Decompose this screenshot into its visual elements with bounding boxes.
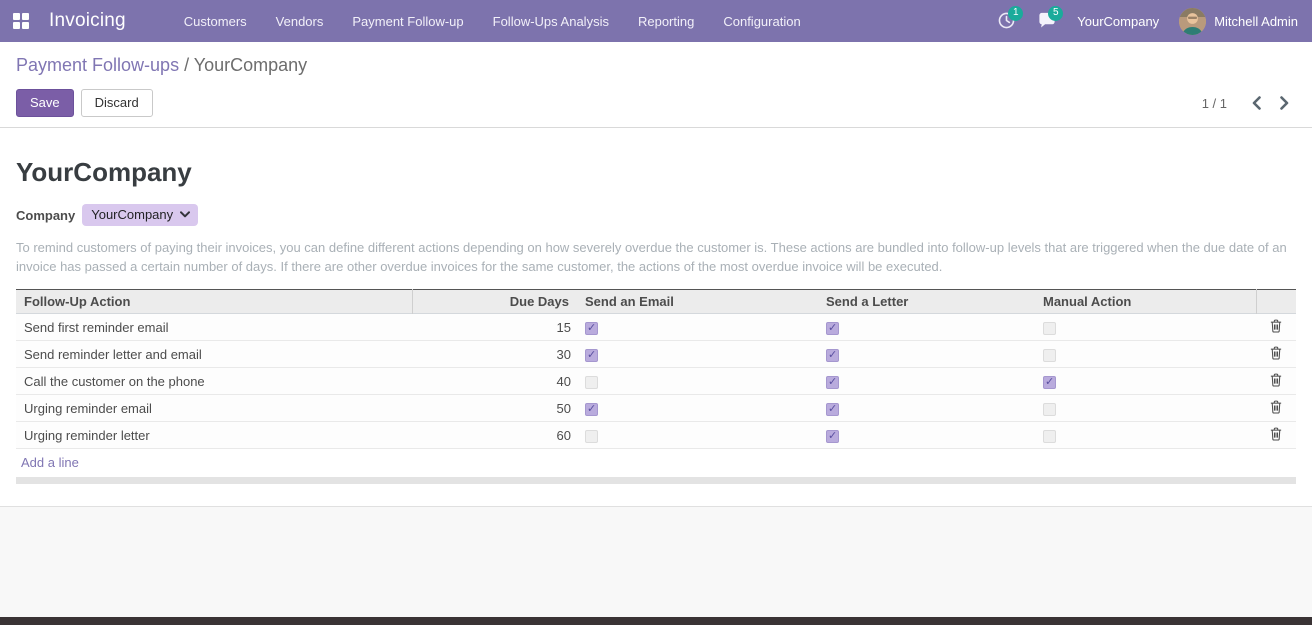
breadcrumb: Payment Follow-ups / YourCompany	[16, 55, 1296, 76]
column-header-follow-up-action[interactable]: Follow-Up Action	[16, 290, 412, 314]
column-header-send-an-email[interactable]: Send an Email	[577, 290, 818, 314]
app-window: Invoicing Customers Vendors Payment Foll…	[0, 0, 1312, 625]
menu-configuration[interactable]: Configuration	[723, 14, 800, 29]
followup-help-text: To remind customers of paying their invo…	[16, 238, 1296, 276]
breadcrumb-parent-link[interactable]: Payment Follow-ups	[16, 55, 179, 75]
top-navbar: Invoicing Customers Vendors Payment Foll…	[0, 0, 1312, 42]
follow-up-action-cell[interactable]: Send first reminder email	[16, 314, 412, 341]
send-an-email-checkbox[interactable]	[585, 349, 598, 362]
delete-row-icon[interactable]	[1270, 346, 1282, 360]
company-switcher[interactable]: YourCompany	[1077, 14, 1159, 29]
due-days-cell[interactable]: 50	[412, 395, 577, 422]
pager-next-icon[interactable]	[1279, 96, 1290, 110]
manual-action-checkbox[interactable]	[1043, 376, 1056, 389]
delete-row-icon[interactable]	[1270, 319, 1282, 333]
followup-level-row: Urging reminder email50	[16, 395, 1296, 422]
send-a-letter-checkbox[interactable]	[826, 376, 839, 389]
column-header-manual-action[interactable]: Manual Action	[1035, 290, 1256, 314]
company-select[interactable]: YourCompany	[82, 204, 198, 226]
send-an-email-checkbox[interactable]	[585, 430, 598, 443]
activities-icon[interactable]: 1	[997, 11, 1017, 31]
manual-action-checkbox[interactable]	[1043, 403, 1056, 416]
messages-icon[interactable]: 5	[1037, 11, 1057, 31]
add-a-line-link[interactable]: Add a line	[21, 455, 79, 470]
systray: 1 5 YourCompany Mitchell Admin	[997, 8, 1298, 35]
follow-up-action-cell[interactable]: Urging reminder email	[16, 395, 412, 422]
delete-row-icon[interactable]	[1270, 427, 1282, 441]
company-select-value: YourCompany	[91, 207, 173, 222]
followup-level-row: Send reminder letter and email30	[16, 341, 1296, 368]
menu-vendors[interactable]: Vendors	[276, 14, 324, 29]
pager: 1 / 1	[1202, 96, 1296, 111]
apps-grid-icon[interactable]	[13, 13, 29, 29]
window-bottom-bar	[0, 617, 1312, 625]
record-title: YourCompany	[16, 157, 1296, 188]
control-panel: Payment Follow-ups / YourCompany Save Di…	[0, 42, 1312, 128]
manual-action-checkbox[interactable]	[1043, 430, 1056, 443]
follow-up-action-cell[interactable]: Call the customer on the phone	[16, 368, 412, 395]
app-title[interactable]: Invoicing	[49, 10, 126, 32]
send-a-letter-checkbox[interactable]	[826, 403, 839, 416]
breadcrumb-separator: /	[179, 55, 194, 75]
send-an-email-checkbox[interactable]	[585, 403, 598, 416]
due-days-cell[interactable]: 60	[412, 422, 577, 449]
menu-customers[interactable]: Customers	[184, 14, 247, 29]
user-menu[interactable]: Mitchell Admin	[1214, 14, 1298, 29]
send-an-email-checkbox[interactable]	[585, 376, 598, 389]
send-an-email-checkbox[interactable]	[585, 322, 598, 335]
company-field-label: Company	[16, 208, 75, 223]
menu-payment-follow-up[interactable]: Payment Follow-up	[352, 14, 463, 29]
pager-previous-icon[interactable]	[1251, 96, 1262, 110]
main-menu: Customers Vendors Payment Follow-up Foll…	[184, 14, 801, 29]
manual-action-checkbox[interactable]	[1043, 322, 1056, 335]
followup-table-body: Send first reminder email15Send reminder…	[16, 314, 1296, 478]
save-button[interactable]: Save	[16, 89, 74, 117]
column-header-actions	[1256, 290, 1296, 314]
due-days-cell[interactable]: 30	[412, 341, 577, 368]
follow-up-action-cell[interactable]: Urging reminder letter	[16, 422, 412, 449]
followup-level-row: Send first reminder email15	[16, 314, 1296, 341]
user-avatar[interactable]	[1179, 8, 1206, 35]
breadcrumb-current: YourCompany	[194, 55, 307, 75]
due-days-cell[interactable]: 40	[412, 368, 577, 395]
pager-value: 1 / 1	[1202, 96, 1227, 111]
due-days-cell[interactable]: 15	[412, 314, 577, 341]
delete-row-icon[interactable]	[1270, 373, 1282, 387]
manual-action-checkbox[interactable]	[1043, 349, 1056, 362]
chevron-down-icon	[180, 211, 190, 218]
page-background	[0, 506, 1312, 617]
column-header-due-days[interactable]: Due Days	[412, 290, 577, 314]
menu-reporting[interactable]: Reporting	[638, 14, 694, 29]
activities-badge: 1	[1008, 6, 1023, 21]
followup-level-row: Urging reminder letter60	[16, 422, 1296, 449]
table-bottom-strip	[16, 477, 1296, 484]
discard-button[interactable]: Discard	[81, 89, 153, 117]
send-a-letter-checkbox[interactable]	[826, 322, 839, 335]
menu-follow-ups-analysis[interactable]: Follow-Ups Analysis	[493, 14, 609, 29]
send-a-letter-checkbox[interactable]	[826, 430, 839, 443]
followup-levels-table: Follow-Up Action Due Days Send an Email …	[16, 289, 1296, 477]
column-header-send-a-letter[interactable]: Send a Letter	[818, 290, 1035, 314]
messages-badge: 5	[1048, 6, 1063, 21]
followup-level-row: Call the customer on the phone40	[16, 368, 1296, 395]
form-sheet: YourCompany Company YourCompany To remin…	[0, 128, 1312, 506]
send-a-letter-checkbox[interactable]	[826, 349, 839, 362]
delete-row-icon[interactable]	[1270, 400, 1282, 414]
follow-up-action-cell[interactable]: Send reminder letter and email	[16, 341, 412, 368]
table-header-row: Follow-Up Action Due Days Send an Email …	[16, 290, 1296, 314]
add-line-row: Add a line	[16, 449, 1296, 478]
